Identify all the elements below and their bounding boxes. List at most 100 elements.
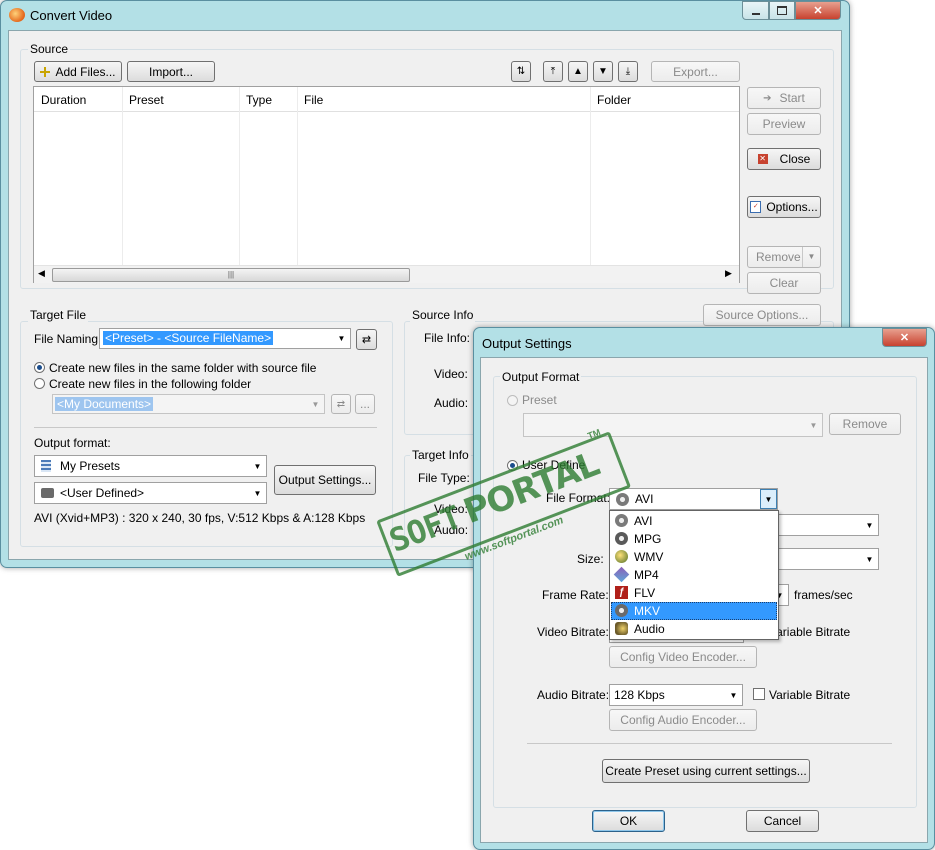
dialog-title: Output Settings [482, 336, 572, 351]
column-header-duration[interactable]: Duration [41, 93, 86, 107]
windows-media-icon [615, 550, 628, 563]
plus-icon [40, 66, 51, 77]
close-red-icon: ✕ [757, 154, 768, 164]
format-option-audio[interactable]: Audio [611, 620, 777, 638]
close-x-icon: ✕ [899, 332, 910, 344]
output-summary: AVI (Xvid+MP3) : 320 x 240, 30 fps, V:51… [34, 511, 366, 525]
scroll-right-icon[interactable]: ▶ [725, 268, 732, 279]
format-option-wmv[interactable]: WMV [611, 548, 777, 566]
column-header-type[interactable]: Type [246, 93, 272, 107]
format-option-mpg[interactable]: MPG [611, 530, 777, 548]
window-close-button[interactable]: ✕ [795, 1, 841, 20]
move-top-button[interactable]: ⤒ [543, 61, 563, 82]
options-checklist-icon: ✓ [750, 201, 762, 213]
config-audio-encoder-button[interactable]: Config Audio Encoder... [609, 709, 757, 731]
chevron-down-icon[interactable]: ▼ [249, 456, 266, 476]
output-format-group-label: Output Format [500, 370, 582, 384]
maximize-button[interactable] [769, 1, 795, 20]
format-option-flv[interactable]: ƒ FLV [611, 584, 777, 602]
scrollbar-thumb[interactable]: ||| [52, 268, 410, 282]
minimize-button[interactable] [742, 1, 769, 20]
file-naming-combo[interactable]: <Preset> - <Source FileName> ▼ [99, 328, 351, 349]
format-option-mp4[interactable]: MP4 [611, 566, 777, 584]
variable-bitrate-audio-checkbox[interactable] [753, 688, 765, 700]
preset-radio-label[interactable]: Preset [522, 393, 557, 407]
variable-bitrate-audio-label[interactable]: Variable Bitrate [769, 688, 850, 702]
app-logo-icon [9, 8, 25, 22]
file-format-label: File Format: [546, 491, 611, 505]
file-list-table[interactable]: Duration Preset Type File Folder ◀ ||| ▶ [33, 86, 740, 283]
audio-bitrate-label: Audio Bitrate: [537, 688, 610, 702]
chevron-down-icon[interactable]: ▼ [307, 395, 324, 413]
following-folder-radio-label[interactable]: Create new files in the following folder [49, 377, 251, 391]
main-titlebar[interactable]: Convert Video ✕ [1, 1, 849, 29]
chevron-down-icon[interactable]: ▼ [760, 489, 777, 509]
target-divider [34, 427, 377, 428]
config-video-encoder-button[interactable]: Config Video Encoder... [609, 646, 757, 668]
column-header-folder[interactable]: Folder [597, 93, 631, 107]
source-video-label: Video: [434, 367, 468, 381]
source-options-button[interactable]: Source Options... [703, 304, 821, 326]
dropdown-arrow-icon[interactable]: ▼ [802, 247, 820, 267]
chevron-down-icon[interactable]: ▼ [805, 414, 822, 436]
file-format-dropdown-list[interactable]: AVI MPG WMV MP4 ƒ FLV MKV Audio [609, 510, 779, 640]
sort-icon: ⇅ [516, 66, 526, 77]
folder-combo[interactable]: <My Documents> ▼ [52, 394, 325, 414]
clear-button[interactable]: Clear [747, 272, 821, 294]
sort-button[interactable]: ⇅ [511, 61, 531, 82]
dialog-preset-combo[interactable]: ▼ [523, 413, 823, 437]
variable-bitrate-video-label[interactable]: Variable Bitrate [769, 625, 850, 639]
remove-split-button[interactable]: Remove ▼ [747, 246, 821, 268]
size-label: Size: [577, 552, 604, 566]
file-naming-label: File Naming: [34, 332, 102, 346]
same-folder-radio-label[interactable]: Create new files in the same folder with… [49, 361, 316, 375]
chevron-down-icon[interactable]: ▼ [861, 515, 878, 535]
column-header-preset[interactable]: Preset [129, 93, 164, 107]
following-folder-radio[interactable] [34, 378, 45, 389]
chevron-down-icon[interactable]: ▼ [249, 483, 266, 503]
presets-list-icon [41, 460, 51, 472]
folder-refresh-button[interactable]: ⇄ [331, 394, 351, 414]
user-define-radio-label[interactable]: User Define [522, 458, 585, 472]
dialog-close-button[interactable]: ✕ [882, 328, 927, 347]
column-divider [239, 87, 240, 265]
column-header-file[interactable]: File [304, 93, 323, 107]
mp4-film-icon [613, 566, 630, 583]
move-bottom-button[interactable]: ⤓ [618, 61, 638, 82]
audio-bitrate-combo[interactable]: 128 Kbps ▼ [609, 684, 743, 706]
output-format-label: Output format: [34, 436, 111, 450]
options-button[interactable]: ✓ Options... [747, 196, 821, 218]
import-button[interactable]: Import... [127, 61, 215, 82]
cancel-button[interactable]: Cancel [746, 810, 819, 832]
format-option-avi[interactable]: AVI [611, 512, 777, 530]
source-audio-label: Audio: [434, 396, 469, 410]
chevron-down-icon[interactable]: ▼ [725, 685, 742, 705]
flash-icon: ƒ [615, 586, 628, 599]
file-format-combo[interactable]: AVI ▼ [609, 488, 778, 510]
column-divider [590, 87, 591, 265]
export-button[interactable]: Export... [651, 61, 740, 82]
user-define-radio[interactable] [507, 460, 518, 471]
preview-button[interactable]: Preview [747, 113, 821, 135]
move-down-button[interactable]: ▼ [593, 61, 613, 82]
start-button[interactable]: ➔ Start [747, 87, 821, 109]
dialog-titlebar[interactable]: Output Settings ✕ [474, 328, 934, 356]
create-preset-button[interactable]: Create Preset using current settings... [602, 759, 810, 783]
preset-combo[interactable]: <User Defined> ▼ [34, 482, 267, 504]
chevron-down-icon[interactable]: ▼ [861, 549, 878, 569]
same-folder-radio[interactable] [34, 362, 45, 373]
preset-group-combo[interactable]: My Presets ▼ [34, 455, 267, 477]
horizontal-scrollbar[interactable]: ◀ ||| ▶ [34, 265, 739, 283]
preset-radio[interactable] [507, 395, 518, 406]
format-option-mkv[interactable]: MKV [611, 602, 777, 620]
output-settings-button[interactable]: Output Settings... [274, 465, 376, 495]
ok-button[interactable]: OK [592, 810, 665, 832]
scroll-left-icon[interactable]: ◀ [38, 268, 45, 279]
move-up-button[interactable]: ▲ [568, 61, 588, 82]
dialog-remove-button[interactable]: Remove [829, 413, 901, 435]
close-button[interactable]: ✕ Close [747, 148, 821, 170]
chevron-down-icon[interactable]: ▼ [333, 329, 350, 348]
folder-browse-button[interactable]: ... [355, 394, 375, 414]
naming-options-button[interactable]: ⇄ [356, 329, 377, 350]
add-files-button[interactable]: Add Files... [34, 61, 122, 82]
